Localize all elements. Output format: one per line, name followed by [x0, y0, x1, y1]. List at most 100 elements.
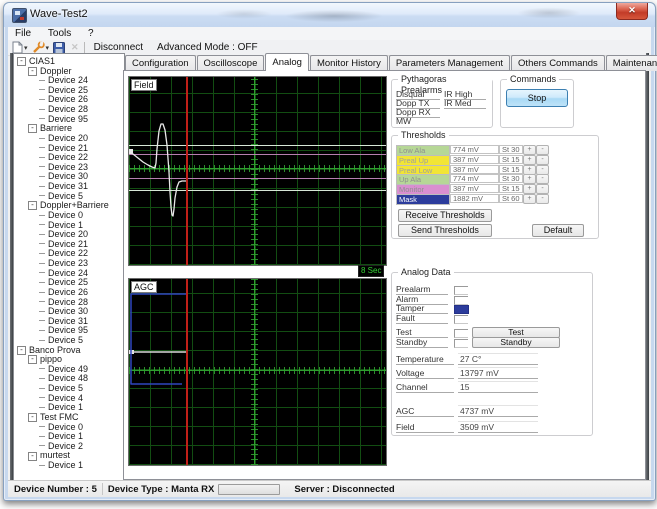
threshold-value-field[interactable]: 387 mV	[450, 184, 499, 193]
tree-item-label[interactable]: Device 30	[48, 306, 88, 316]
tree-item-label[interactable]: Device 28	[48, 104, 88, 114]
default-button[interactable]: Default	[532, 224, 584, 237]
tree-item-label[interactable]: Device 22	[48, 152, 88, 162]
standby-button[interactable]: Standby	[472, 337, 560, 348]
threshold-decrease-button[interactable]: -	[536, 184, 549, 194]
tree-item-label[interactable]: Doppler	[40, 66, 72, 76]
tree-item-label[interactable]: Device 23	[48, 258, 88, 268]
tree-item-label[interactable]: Device 1	[48, 460, 83, 470]
threshold-increase-button[interactable]: +	[523, 194, 536, 204]
tree-item-label[interactable]: Device 31	[48, 316, 88, 326]
threshold-value-field[interactable]: 774 mV	[450, 145, 499, 154]
analog-field-label: Voltage	[396, 369, 454, 379]
threshold-value-field[interactable]: 1882 mV	[450, 194, 499, 203]
tab-others-commands[interactable]: Others Commands	[511, 55, 605, 71]
tree-item-label[interactable]: Device 48	[48, 374, 88, 384]
menu-help[interactable]: ?	[81, 27, 101, 40]
threshold-increase-button[interactable]: +	[523, 184, 536, 194]
tree-item-label[interactable]: Device 25	[48, 85, 88, 95]
tree-item-label[interactable]: Device 23	[48, 162, 88, 172]
tree-item-label[interactable]: Device 26	[48, 95, 88, 105]
tree-item-label[interactable]: Device 95	[48, 114, 88, 124]
tree-item-label[interactable]: Device 0	[48, 210, 83, 220]
tree-item-label[interactable]: Device 30	[48, 172, 88, 182]
disconnect-button[interactable]: Disconnect	[94, 42, 143, 53]
tree-item-label[interactable]: Device 1	[48, 402, 83, 412]
tree-item-label[interactable]: Device 95	[48, 325, 88, 335]
threshold-value-field[interactable]: 387 mV	[450, 155, 499, 164]
tab-parameters-management[interactable]: Parameters Management	[389, 55, 510, 71]
collapse-icon[interactable]: -	[28, 201, 37, 210]
prealarm-indicator	[454, 286, 468, 295]
threshold-decrease-button[interactable]: -	[536, 165, 549, 175]
threshold-decrease-button[interactable]: -	[536, 194, 549, 204]
tree-item-label[interactable]: Device 5	[48, 335, 83, 345]
tree-item-label[interactable]: Device 28	[48, 297, 88, 307]
tools-dropdown-icon[interactable]: ▾	[46, 44, 50, 52]
threshold-increase-button[interactable]: +	[523, 165, 536, 175]
receive-thresholds-button[interactable]: Receive Thresholds	[398, 209, 492, 222]
close-button[interactable]: ✕	[616, 3, 648, 20]
tree-item-label[interactable]: Device 24	[48, 75, 88, 85]
tree-item-label[interactable]: Banco Prova	[29, 345, 81, 355]
tree-item-label[interactable]: Device 20	[48, 133, 88, 143]
tree-item-label[interactable]: Device 0	[48, 422, 83, 432]
menu-tools[interactable]: Tools	[41, 27, 78, 40]
tab-analog[interactable]: Analog	[265, 53, 309, 71]
tab-configuration[interactable]: Configuration	[125, 55, 196, 71]
tree-item-label[interactable]: Device 4	[48, 393, 83, 403]
tab-oscilloscope[interactable]: Oscilloscope	[197, 55, 265, 71]
tree-item-label[interactable]: Device 2	[48, 441, 83, 451]
tree-item-label[interactable]: Device 25	[48, 277, 88, 287]
tab-maintenance[interactable]: Maintenance	[606, 55, 657, 71]
collapse-icon[interactable]: -	[17, 57, 26, 66]
tree-device-row: Device 24	[39, 76, 88, 85]
tree-item-label[interactable]: Device 31	[48, 181, 88, 191]
tree-item-label[interactable]: Device 21	[48, 239, 88, 249]
threshold-decrease-button[interactable]: -	[536, 155, 549, 165]
window-title: Wave-Test2	[30, 8, 88, 20]
threshold-value-field[interactable]: 774 mV	[450, 174, 499, 183]
tree-item-label[interactable]: Doppler+Barriere	[40, 200, 109, 210]
collapse-icon[interactable]: -	[28, 67, 37, 76]
threshold-increase-button[interactable]: +	[523, 145, 536, 155]
collapse-icon[interactable]: -	[28, 124, 37, 133]
stop-button[interactable]: Stop	[506, 89, 568, 107]
tree-item-label[interactable]: murtest	[40, 451, 70, 461]
tree-item-label[interactable]: Device 20	[48, 229, 88, 239]
threshold-increase-button[interactable]: +	[523, 174, 536, 184]
title-bar[interactable]: Wave-Test2 ✕	[4, 3, 655, 27]
tree-item-label[interactable]: Device 22	[48, 249, 88, 259]
threshold-st-field[interactable]: St 15	[499, 155, 523, 164]
tree-item-label[interactable]: Device 24	[48, 268, 88, 278]
threshold-st-field[interactable]: St 30	[499, 174, 523, 183]
send-thresholds-button[interactable]: Send Thresholds	[398, 224, 492, 237]
threshold-decrease-button[interactable]: -	[536, 145, 549, 155]
tree-item-label[interactable]: Device 5	[48, 383, 83, 393]
menu-file[interactable]: File	[8, 27, 38, 40]
tree-item-label[interactable]: Device 26	[48, 287, 88, 297]
collapse-icon[interactable]: -	[17, 346, 26, 355]
collapse-icon[interactable]: -	[28, 355, 37, 364]
tree-item-label[interactable]: Test FMC	[40, 412, 79, 422]
threshold-decrease-button[interactable]: -	[536, 174, 549, 184]
tab-monitor-history[interactable]: Monitor History	[310, 55, 388, 71]
tree-item-label[interactable]: pippo	[40, 354, 62, 364]
threshold-increase-button[interactable]: +	[523, 155, 536, 165]
tree-item-label[interactable]: Device 49	[48, 364, 88, 374]
collapse-icon[interactable]: -	[28, 452, 37, 461]
threshold-st-field[interactable]: St 30	[499, 145, 523, 154]
threshold-st-field[interactable]: St 60	[499, 194, 523, 203]
threshold-st-field[interactable]: St 15	[499, 184, 523, 193]
threshold-st-field[interactable]: St 15	[499, 165, 523, 174]
collapse-icon[interactable]: -	[28, 413, 37, 422]
tree-item-label[interactable]: Barriere	[40, 123, 72, 133]
threshold-value-field[interactable]: 387 mV	[450, 165, 499, 174]
tree-item-label[interactable]: Device 5	[48, 191, 83, 201]
tree-item-label[interactable]: CIAS1	[29, 56, 55, 66]
tree-item-label[interactable]: Device 21	[48, 143, 88, 153]
tree-item-label[interactable]: Device 1	[48, 431, 83, 441]
tree-item-label[interactable]: Device 1	[48, 220, 83, 230]
save-button[interactable]	[53, 42, 65, 54]
new-dropdown-icon[interactable]: ▾	[24, 44, 28, 52]
